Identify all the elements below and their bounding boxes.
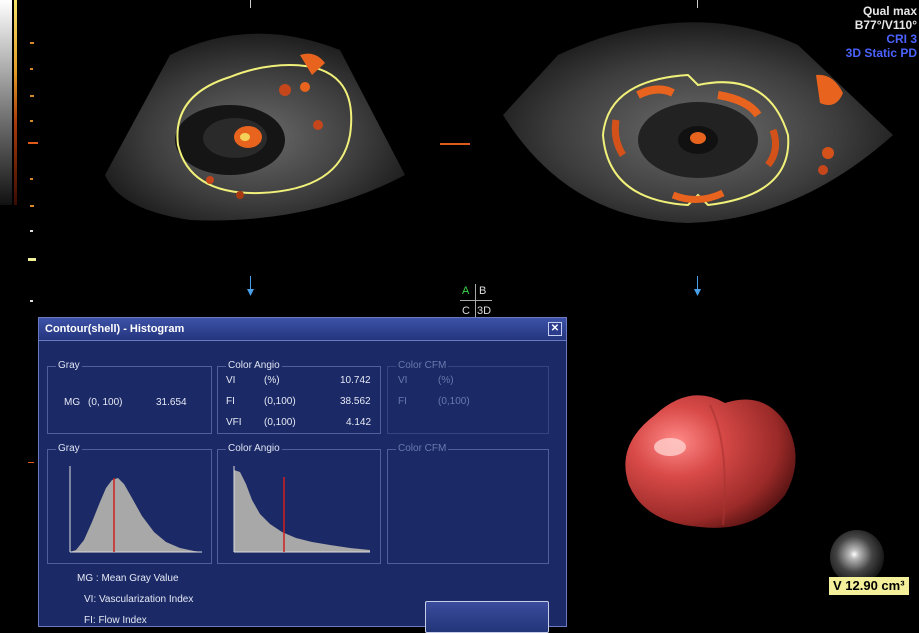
color-angio-stats-group: Color Angio VI (%) 10.742 FI (0,100) 38.… xyxy=(217,360,381,434)
gray-histogram-area xyxy=(70,478,202,552)
angio-group-label: Color Angio xyxy=(226,360,282,372)
legend-mg: MG : Mean Gray Value xyxy=(77,573,179,584)
top-ticks xyxy=(250,0,698,8)
fi-label: FI xyxy=(226,396,235,407)
legend-fi: FI: Flow Index xyxy=(84,615,147,626)
gray-group-label: Gray xyxy=(56,360,82,372)
fi-range: (0,100) xyxy=(264,396,296,407)
gray-stats-group: Gray MG (0, 100) 31.654 xyxy=(47,360,212,434)
vfi-value: 4.142 xyxy=(346,417,372,428)
color-cfm-histogram-group: Color CFM xyxy=(387,443,549,564)
ultrasound-panel-b[interactable] xyxy=(498,15,898,230)
mg-label: MG xyxy=(64,397,81,408)
cfm-group-label: Color CFM xyxy=(396,360,449,372)
gray-hist-label: Gray xyxy=(56,443,82,455)
close-icon[interactable]: ✕ xyxy=(548,322,562,336)
vi-range: (%) xyxy=(264,375,280,386)
cfm-fi-range: (0,100) xyxy=(438,396,470,407)
legend-vi: VI: Vascularization Index xyxy=(84,594,194,605)
color-angio-histogram xyxy=(233,466,370,553)
dialog-title: Contour(shell) - Histogram xyxy=(45,323,185,335)
ok-button[interactable] xyxy=(425,601,549,633)
cfm-vi-label: VI xyxy=(398,375,408,386)
arrow-down-icon xyxy=(247,276,254,296)
fi-value: 38.562 xyxy=(340,396,371,407)
angio-hist-label: Color Angio xyxy=(226,443,282,455)
quad-selector: A B C 3D xyxy=(452,284,497,318)
flow-spot-b xyxy=(690,132,706,144)
view-a-button[interactable]: A xyxy=(462,285,469,298)
focus-marker xyxy=(28,142,38,144)
view-b-button[interactable]: B xyxy=(479,285,486,298)
color-cfm-stats-group: Color CFM VI (%) FI (0,100) xyxy=(387,360,549,434)
vi-value: 10.742 xyxy=(340,375,371,386)
rendered-3d-volume[interactable] xyxy=(615,385,810,533)
color-angio-histogram-group: Color Angio xyxy=(217,443,381,564)
cfm-hist-label: Color CFM xyxy=(396,443,449,455)
center-marker-a xyxy=(440,143,470,145)
arrow-down-icon xyxy=(694,276,701,296)
light-sphere-icon[interactable] xyxy=(826,529,888,584)
grayscale-bar xyxy=(0,0,12,205)
vfi-label: VFI xyxy=(226,417,242,428)
gray-histogram-group: Gray xyxy=(47,443,212,564)
histogram-dialog: Contour(shell) - Histogram ✕ Gray MG (0,… xyxy=(38,317,567,633)
mg-value: 31.654 xyxy=(156,397,187,408)
color-scale-bar xyxy=(14,0,17,205)
volume-readout: V 12.90 cm³ xyxy=(829,577,909,595)
vfi-range: (0,100) xyxy=(264,417,296,428)
ultrasound-panel-a[interactable] xyxy=(100,25,420,225)
dialog-titlebar[interactable]: Contour(shell) - Histogram ✕ xyxy=(39,318,566,341)
vi-label: VI xyxy=(226,375,236,386)
angio-histogram-area xyxy=(234,470,370,552)
cfm-fi-label: FI xyxy=(398,396,407,407)
gray-histogram xyxy=(69,466,202,553)
cfm-vi-range: (%) xyxy=(438,375,454,386)
mg-range: (0, 100) xyxy=(88,397,123,408)
